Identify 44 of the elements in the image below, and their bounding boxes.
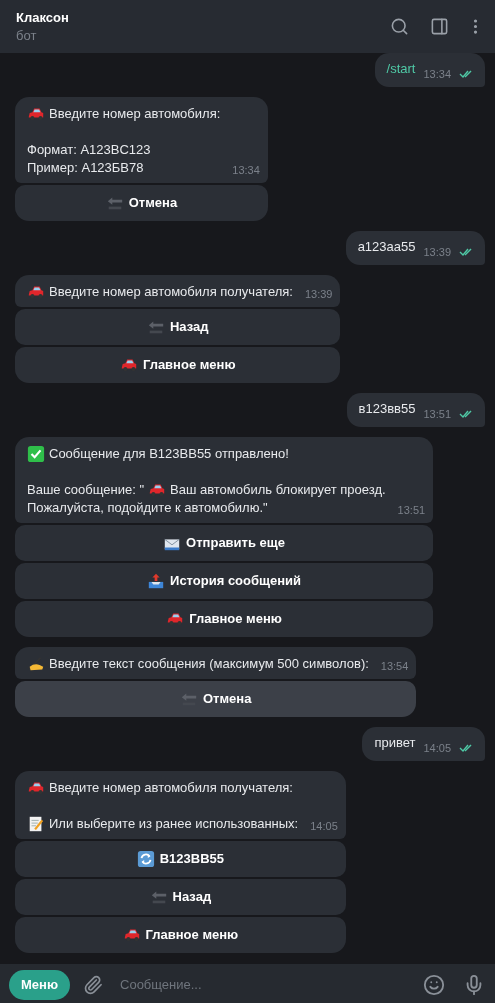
command-link[interactable]: /start bbox=[386, 60, 416, 78]
search-icon[interactable] bbox=[390, 17, 409, 36]
message-time: 14:05 bbox=[423, 741, 451, 755]
inline-keyboard-button[interactable]: Главное меню bbox=[15, 601, 434, 637]
inline-keyboard-button[interactable]: Отправить еще bbox=[15, 525, 434, 561]
side-panel-icon[interactable] bbox=[430, 17, 449, 36]
message-time: 13:51 bbox=[423, 407, 451, 421]
inline-keyboard-button[interactable]: Назад bbox=[15, 309, 341, 345]
message-time: 13:39 bbox=[423, 245, 451, 259]
message-text: Введите текст сообщения (максимум 500 символов): bbox=[49, 655, 369, 673]
emoji-icon[interactable] bbox=[423, 973, 445, 996]
message-text: Пожалуйста, подойдите к автомобилю." bbox=[27, 499, 268, 517]
message-text: Введите номер автомобиля: bbox=[49, 105, 221, 123]
inline-keyboard-button[interactable]: Назад bbox=[15, 879, 346, 915]
message-time: 13:39 bbox=[304, 287, 333, 301]
message-text: Сообщение для B123BB55 отправлено! bbox=[49, 445, 289, 463]
chat-title: Клаксон bbox=[16, 8, 70, 27]
message-text: Формат: A123BC123 bbox=[27, 141, 151, 159]
message-text: Или выберите из ранее использованных: bbox=[49, 815, 299, 833]
message-text: Ваше сообщение: " bbox=[27, 481, 144, 499]
message-text: Ваш автомобиль блокирует проезд. bbox=[170, 481, 386, 499]
memo-icon bbox=[27, 815, 45, 833]
message-time: 13:54 bbox=[380, 659, 409, 673]
inline-keyboard-button[interactable]: Главное меню bbox=[15, 917, 346, 953]
message-text: а123аа55 bbox=[357, 238, 416, 256]
refresh-icon bbox=[136, 850, 155, 868]
inline-keyboard-button[interactable]: Отмена bbox=[15, 185, 268, 221]
inline-keyboard-button[interactable]: B123BB55 bbox=[15, 841, 346, 877]
message-text: Пример: A123БВ78 bbox=[27, 159, 144, 177]
message-time: 14:05 bbox=[310, 819, 338, 833]
message-text: Введите номер автомобиля получателя: bbox=[49, 779, 293, 797]
attach-icon[interactable] bbox=[83, 974, 103, 995]
chat-subtitle: бот bbox=[16, 26, 38, 45]
message-text: Введите номер автомобиля получателя: bbox=[49, 283, 293, 301]
outbox-tray-icon bbox=[147, 572, 166, 590]
inline-keyboard-button[interactable]: Отмена bbox=[15, 681, 417, 717]
inline-keyboard-button[interactable]: История сообщений bbox=[15, 563, 434, 599]
check-icon bbox=[27, 445, 45, 463]
inline-keyboard-button[interactable]: Главное меню bbox=[15, 347, 341, 383]
message-time: 13:34 bbox=[232, 163, 260, 177]
message-text: привет bbox=[374, 734, 416, 752]
message-time: 13:34 bbox=[423, 67, 451, 81]
message-text: в123вв55 bbox=[358, 400, 416, 418]
message-time: 13:51 bbox=[397, 503, 426, 517]
